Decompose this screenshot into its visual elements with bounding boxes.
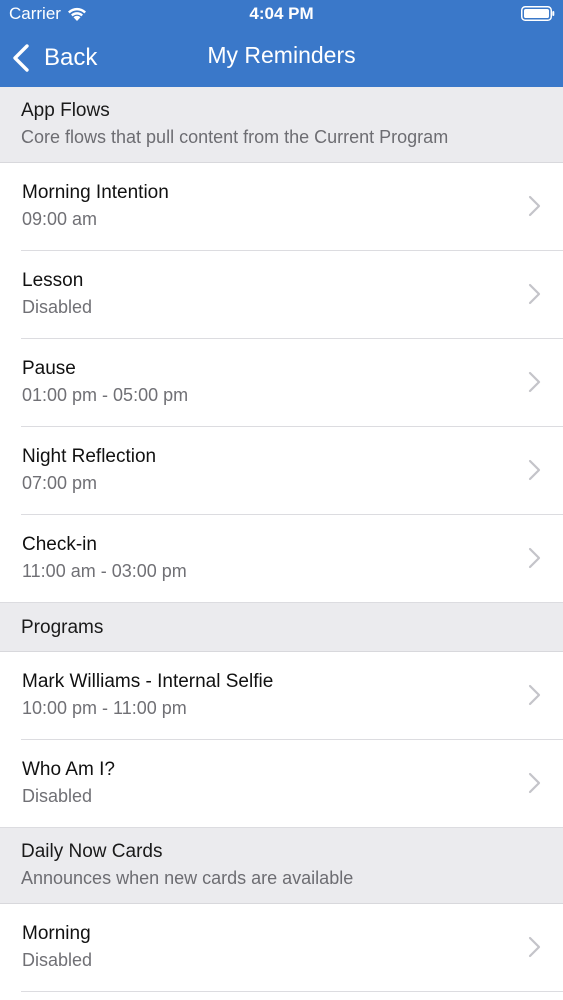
reminders-list: App Flows Core flows that pull content f… <box>0 87 563 992</box>
reminder-title: Pause <box>22 358 76 379</box>
reminder-detail: Disabled <box>22 786 93 806</box>
reminder-detail: 10:00 pm - 11:00 pm <box>22 698 187 718</box>
reminder-title: Check-in <box>22 534 97 555</box>
chevron-right-icon <box>528 547 541 569</box>
section-header-daily-now-cards: Daily Now Cards Announces when new cards… <box>0 828 563 904</box>
top-bar: Carrier 4:04 PM Back My Reminders <box>0 0 563 87</box>
reminder-detail: Disabled <box>22 950 93 970</box>
reminder-row-morning-intention[interactable]: Morning Intention 09:00 am <box>0 163 563 251</box>
navigation-bar: Back My Reminders <box>0 30 563 87</box>
reminder-detail: 09:00 am <box>22 209 98 229</box>
reminder-detail: Disabled <box>22 297 93 317</box>
reminder-detail: 07:00 pm <box>22 473 98 493</box>
reminder-row-pause[interactable]: Pause 01:00 pm - 05:00 pm <box>0 339 563 427</box>
chevron-right-icon <box>528 459 541 481</box>
reminder-row-morning[interactable]: Morning Disabled <box>0 904 563 992</box>
chevron-right-icon <box>528 195 541 217</box>
page-title: My Reminders <box>207 42 356 68</box>
status-time: 4:04 PM <box>249 4 314 23</box>
reminder-title: Night Reflection <box>22 446 157 467</box>
reminder-title: Lesson <box>22 270 84 291</box>
section-title: Daily Now Cards <box>21 841 163 862</box>
reminder-row-check-in[interactable]: Check-in 11:00 am - 03:00 pm <box>0 515 563 603</box>
section-title: Programs <box>21 617 104 638</box>
section-header-app-flows: App Flows Core flows that pull content f… <box>0 87 563 163</box>
reminder-detail: 11:00 am - 03:00 pm <box>22 561 187 581</box>
section-header-programs: Programs <box>0 603 563 652</box>
section-subtitle: Announces when new cards are available <box>21 868 354 888</box>
reminder-title: Morning Intention <box>22 182 169 203</box>
chevron-right-icon <box>528 936 541 958</box>
chevron-right-icon <box>528 772 541 794</box>
reminder-row-who-am-i[interactable]: Who Am I? Disabled <box>0 740 563 828</box>
reminder-title: Mark Williams - Internal Selfie <box>22 671 274 692</box>
chevron-right-icon <box>528 371 541 393</box>
reminder-detail: 01:00 pm - 05:00 pm <box>22 385 189 405</box>
chevron-right-icon <box>528 684 541 706</box>
reminder-row-lesson[interactable]: Lesson Disabled <box>0 251 563 339</box>
reminder-row-night-reflection[interactable]: Night Reflection 07:00 pm <box>0 427 563 515</box>
reminder-title: Morning <box>22 923 91 944</box>
status-bar: Carrier 4:04 PM <box>0 0 563 30</box>
reminder-row-internal-selfie[interactable]: Mark Williams - Internal Selfie 10:00 pm… <box>0 652 563 740</box>
reminder-title: Who Am I? <box>22 759 115 780</box>
chevron-right-icon <box>528 283 541 305</box>
section-title: App Flows <box>21 100 110 121</box>
battery-icon <box>521 6 555 21</box>
section-subtitle: Core flows that pull content from the Cu… <box>21 127 449 147</box>
